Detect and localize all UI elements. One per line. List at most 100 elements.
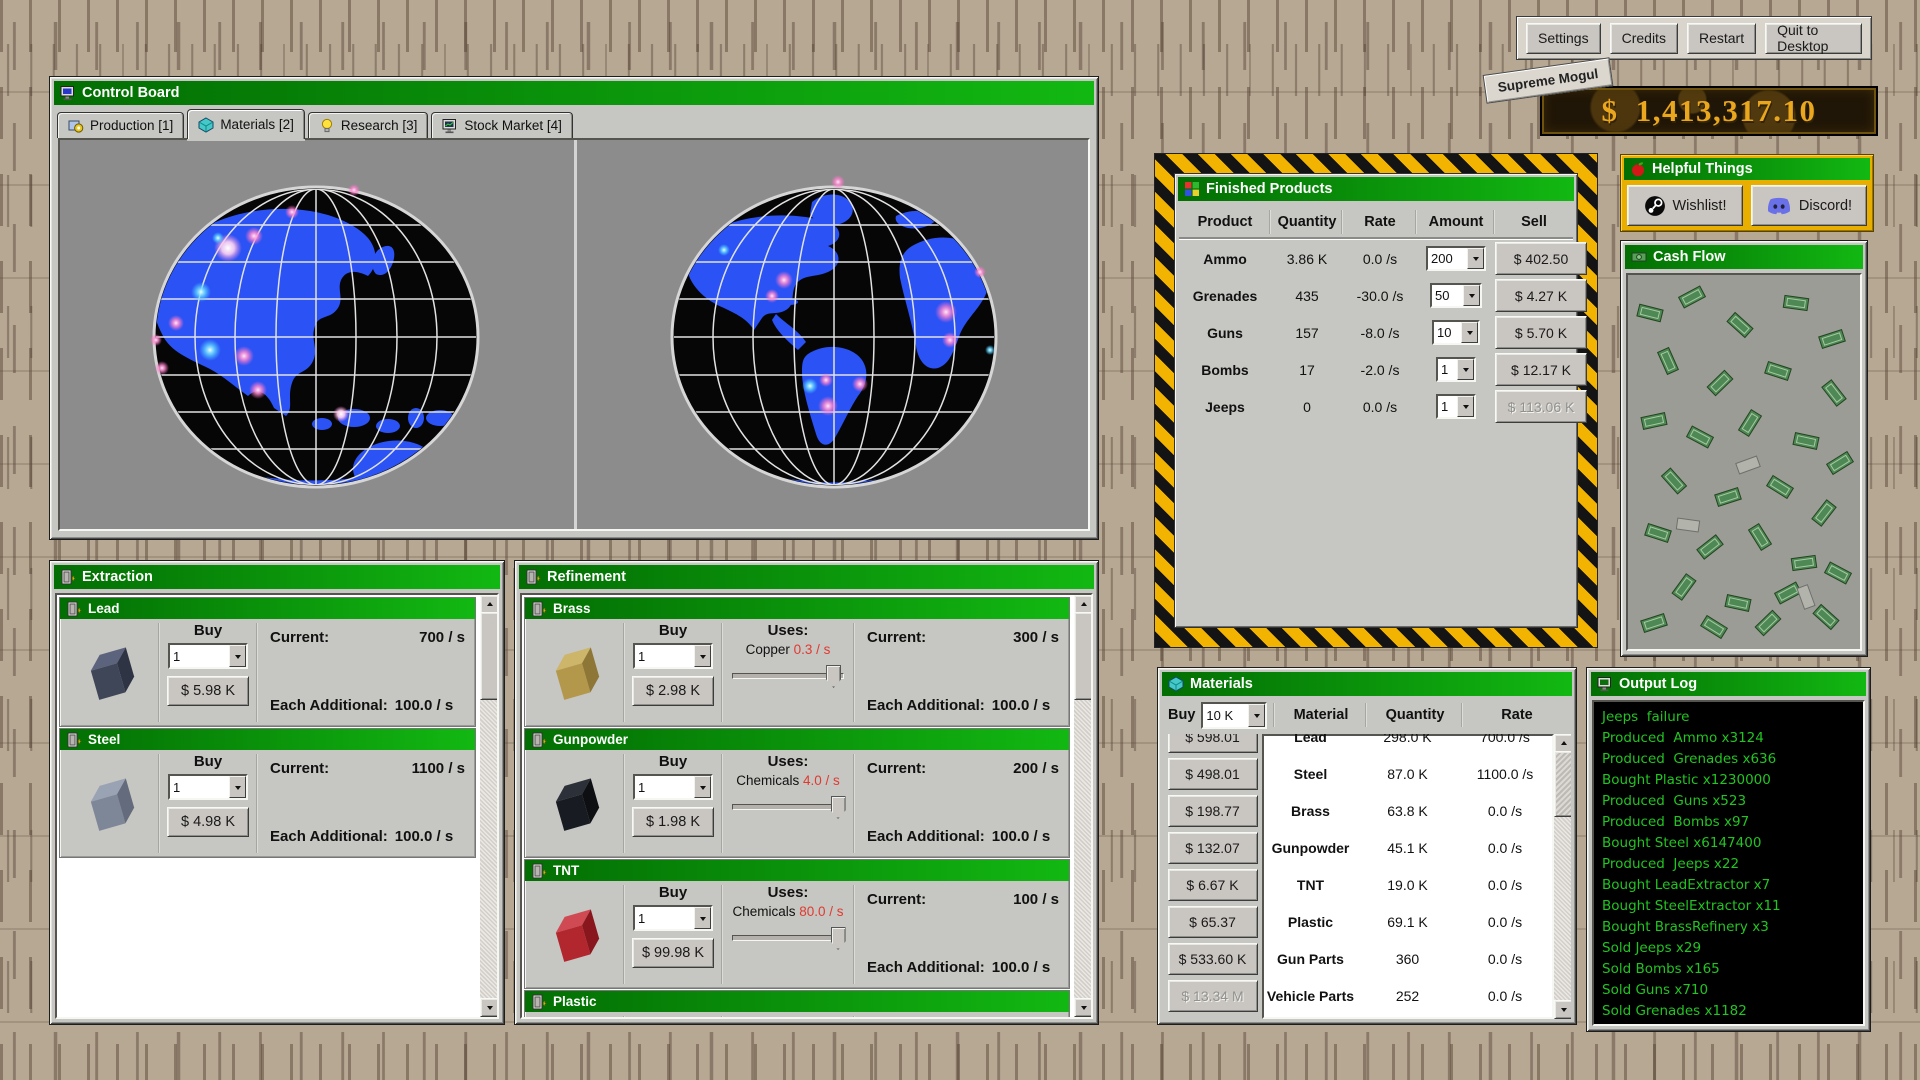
product-row-grenades: Grenades 435 -30.0 /s 50 $ 4.27 K: [1179, 277, 1573, 314]
material-buy-button[interactable]: $ 6.67 K: [1168, 869, 1258, 901]
material-buy-button[interactable]: $ 65.37: [1168, 906, 1258, 938]
buy-amount-dropdown[interactable]: 1: [633, 905, 713, 931]
amount-dropdown[interactable]: 1: [1436, 394, 1476, 419]
gear-icon: [68, 118, 84, 134]
current-rate: 300 / s: [1013, 629, 1059, 646]
window-title: Control Board: [82, 85, 179, 101]
tab-materials[interactable]: Materials [2]: [187, 109, 305, 139]
falling-money: [1628, 275, 1860, 649]
product-row-ammo: Ammo 3.86 K 0.0 /s 200 $ 402.50: [1179, 240, 1573, 277]
plastic-cube: [538, 1012, 610, 1019]
log-line: Sold Guns x710: [1602, 980, 1855, 1001]
current-rate: 1100 / s: [412, 760, 465, 777]
material-buy-button[interactable]: $ 132.07: [1168, 832, 1258, 864]
materials-scrollbar[interactable]: [1554, 734, 1571, 1019]
material-buy-button[interactable]: $ 498.01: [1168, 758, 1258, 790]
uses-slider[interactable]: [732, 796, 844, 818]
scroll-thumb[interactable]: [480, 612, 499, 700]
log-line: Bought Steel x6147400: [1602, 833, 1855, 854]
scroll-down-button[interactable]: [480, 998, 499, 1017]
buy-amount-dropdown[interactable]: 1: [633, 774, 713, 800]
materials-panel: Materials Buy 10 K Material Quantity Rat…: [1157, 667, 1577, 1025]
amount-dropdown[interactable]: 50: [1430, 283, 1482, 308]
lightbulb-icon: [319, 118, 335, 134]
current-rate: 100 / s: [1013, 891, 1059, 908]
materials-header: Buy 10 K Material Quantity Rate: [1163, 698, 1571, 732]
buy-button[interactable]: $ 4.98 K: [167, 807, 249, 837]
refinery-gunpowder: Gunpowder Buy 1 $ 1.98 K Uses: Chemicals…: [524, 728, 1070, 858]
control-board-titlebar: Control Board: [54, 81, 1094, 105]
sell-button[interactable]: $ 5.70 K: [1495, 316, 1587, 349]
tab-production[interactable]: Production [1]: [57, 112, 184, 138]
extraction-panel: Extraction Lead Buy 1 $ 5.98 K: [49, 560, 505, 1025]
world-map-view: [58, 138, 1090, 531]
refinement-list: Brass Buy 1 $ 2.98 K Uses: Copper 0.3 / …: [520, 593, 1093, 1019]
tnt-cube: [538, 899, 610, 971]
buy-amount-dropdown[interactable]: 1: [168, 643, 248, 669]
helpful-things-titlebar: Helpful Things: [1624, 158, 1870, 180]
extraction-scrollbar[interactable]: [480, 595, 497, 1017]
door-icon: [531, 601, 547, 617]
tab-stock-market[interactable]: Stock Market [4]: [431, 112, 573, 138]
log-line: Bought SteelExtractor x11: [1602, 896, 1855, 917]
buy-button[interactable]: $ 1.98 K: [632, 807, 714, 837]
material-buy-button[interactable]: $ 533.60 K: [1168, 943, 1258, 975]
buy-amount-dropdown[interactable]: 1: [168, 774, 248, 800]
material-buy-button[interactable]: $ 198.77: [1168, 795, 1258, 827]
sell-button[interactable]: $ 402.50: [1495, 242, 1587, 275]
material-row-plastic: $ 65.37 Plastic 69.1 K 0.0 /s: [1163, 903, 1554, 940]
computer-icon: [1597, 676, 1613, 692]
restart-button[interactable]: Restart: [1687, 23, 1756, 54]
scroll-thumb[interactable]: [1074, 612, 1093, 700]
buy-button[interactable]: $ 99.98 K: [632, 938, 714, 968]
material-row-tnt: $ 6.67 K TNT 19.0 K 0.0 /s: [1163, 866, 1554, 903]
game-screen: Settings Credits Restart Quit to Desktop…: [0, 0, 1920, 1080]
current-rate: 200 / s: [1013, 760, 1059, 777]
log-line: Produced Ammo x3124: [1602, 728, 1855, 749]
cash-icon: [1631, 249, 1647, 265]
scroll-thumb[interactable]: [1554, 751, 1571, 817]
log-line: Produced Jeeps x22: [1602, 854, 1855, 875]
amount-dropdown[interactable]: 1: [1436, 357, 1476, 382]
buy-button[interactable]: $ 5.98 K: [167, 676, 249, 706]
sell-button[interactable]: $ 4.27 K: [1495, 279, 1587, 312]
buy-button[interactable]: $ 2.98 K: [632, 676, 714, 706]
current-rate: 700 / s: [419, 629, 465, 646]
refinery-tnt: TNT Buy 1 $ 99.98 K Uses: Chemicals 80.0…: [524, 859, 1070, 989]
extractor-lead: Lead Buy 1 $ 5.98 K Current:700 / s Each…: [59, 597, 476, 727]
material-row-gunpowder: $ 132.07 Gunpowder 45.1 K 0.0 /s: [1163, 829, 1554, 866]
log-line: Sold Bombs x165: [1602, 959, 1855, 980]
wishlist-button[interactable]: Wishlist!: [1627, 185, 1743, 226]
scroll-down-button[interactable]: [1554, 1000, 1571, 1019]
log-line: Sold Grenades x1182: [1602, 1001, 1855, 1022]
discord-button[interactable]: Discord!: [1751, 185, 1867, 226]
amount-dropdown[interactable]: 200: [1426, 246, 1486, 271]
output-log-titlebar: Output Log: [1591, 672, 1866, 696]
uses-slider[interactable]: [732, 665, 844, 687]
material-buy-button[interactable]: $ 598.01: [1168, 734, 1258, 753]
computer-icon: [60, 85, 76, 101]
quit-to-desktop-button[interactable]: Quit to Desktop: [1765, 23, 1862, 54]
product-row-jeeps: Jeeps 0 0.0 /s 1 $ 113.06 K: [1179, 388, 1573, 425]
brass-cube: [538, 637, 610, 709]
sell-button-disabled[interactable]: $ 113.06 K: [1495, 390, 1587, 423]
amount-dropdown[interactable]: 10: [1432, 320, 1480, 345]
credits-button[interactable]: Credits: [1610, 23, 1678, 54]
sell-button[interactable]: $ 12.17 K: [1495, 353, 1587, 386]
settings-button[interactable]: Settings: [1526, 23, 1601, 54]
scroll-down-button[interactable]: [1074, 998, 1093, 1017]
materials-buy-dropdown[interactable]: 10 K: [1201, 702, 1267, 729]
product-row-bombs: Bombs 17 -2.0 /s 1 $ 12.17 K: [1179, 351, 1573, 388]
uses-slider[interactable]: [732, 927, 844, 949]
material-row-gun-parts: $ 533.60 K Gun Parts 360 0.0 /s: [1163, 940, 1554, 977]
material-buy-button-disabled[interactable]: $ 13.34 M: [1168, 980, 1258, 1012]
refinement-scrollbar[interactable]: [1074, 595, 1091, 1017]
log-line: Bought Plastic x1230000: [1602, 770, 1855, 791]
log-line: Bought BrassRefinery x3: [1602, 917, 1855, 938]
map-divider: [574, 140, 577, 529]
buy-amount-dropdown[interactable]: 1: [633, 643, 713, 669]
discord-icon: [1766, 196, 1792, 216]
helpful-things-panel: Helpful Things Wishlist! Discord!: [1620, 154, 1874, 232]
tab-research[interactable]: Research [3]: [308, 112, 429, 138]
each-additional-rate: 100.0 / s: [992, 828, 1050, 845]
